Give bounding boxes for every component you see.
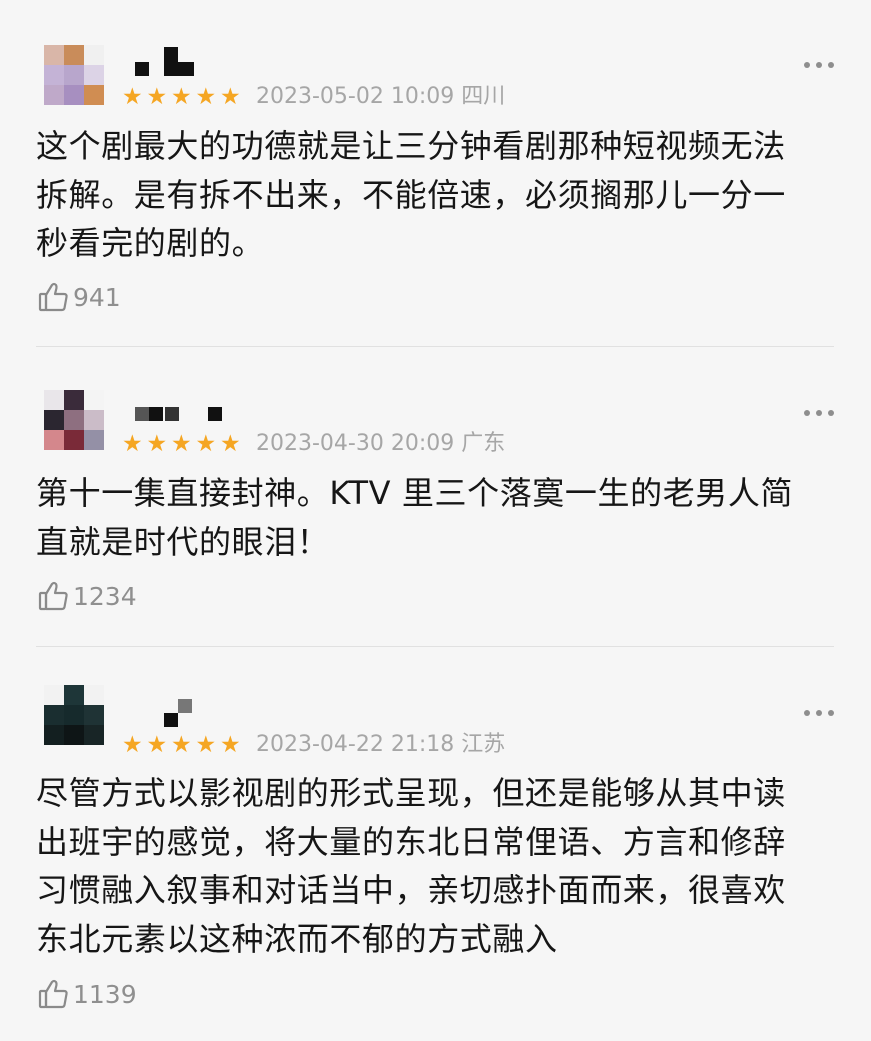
like-button[interactable]: 941 [37,280,121,314]
comment-text-line: 第十一集直接封神。KTV 里三个落寞一生的老男人简 [36,474,794,512]
comment-text: 第十一集直接封神。KTV 里三个落寞一生的老男人简 直就是时代的眼泪！ [36,469,836,566]
star-rating: ★ ★ ★ ★ ★ [122,430,245,458]
more-dots-icon[interactable] [800,55,840,75]
star-icon: ★ [122,431,143,457]
star-icon: ★ [195,84,217,110]
comment-text-line: 秒看完的剧的。 [36,224,265,262]
comment-text-line: 拆解。是有拆不出来，不能倍速，必须搁那儿一分一 [36,175,786,214]
more-dots-icon[interactable] [800,703,840,723]
comment-text: 这个剧最大的功德就是让三分钟看剧那种短视频无法 拆解。是有拆不出来，不能倍速，必… [36,122,836,268]
comment-date: 2023-04-22 21:18 江苏 [256,732,506,757]
username[interactable] [132,45,202,77]
star-icon: ★ [220,84,241,110]
avatar[interactable] [44,390,104,450]
comment-text-line: 习惯融入叙事和对话当中，亲切感扑面而来，很喜欢 [36,871,786,909]
comment-text-line: 尽管方式以影视剧的形式呈现，但还是能够从其中读 [36,774,786,812]
avatar[interactable] [44,45,104,105]
comment-card: ★ ★ ★ ★ ★ 2023-04-22 21:18 江苏 尽管方式以影视剧的形式呈现，… [0,647,871,1041]
star-icon: ★ [171,84,192,110]
like-count: 1234 [73,581,137,611]
star-icon: ★ [220,431,241,457]
star-icon: ★ [171,431,192,457]
star-icon: ★ [171,732,192,758]
username[interactable] [132,390,232,422]
star-icon: ★ [146,732,168,758]
like-button[interactable]: 1234 [37,579,137,613]
more-dots-icon[interactable] [800,403,840,423]
comment-card: ★ ★ ★ ★ ★ 2023-04-30 20:09 广东 第十一集直接封神。KTV 里… [0,347,871,645]
star-icon: ★ [146,431,168,457]
star-icon: ★ [146,84,168,110]
star-rating: ★ ★ ★ ★ ★ [122,731,245,759]
comment-text-line: 这个剧最大的功德就是让三分钟看剧那种短视频无法 [36,127,786,165]
avatar[interactable] [44,685,104,745]
like-button[interactable]: 1139 [37,977,137,1011]
comment-date: 2023-04-30 20:09 广东 [256,431,506,456]
star-icon: ★ [195,732,217,758]
comment-card: ★ ★ ★ ★ ★ 2023-05-02 10:09 四川 这个剧最大的功德就是让三分钟… [0,0,871,345]
comment-date: 2023-05-02 10:09 四川 [256,84,506,109]
thumbs-up-icon [38,282,68,312]
thumbs-up-icon [38,979,68,1009]
thumbs-up-icon [38,581,68,611]
username[interactable] [132,697,202,729]
star-icon: ★ [220,732,241,758]
comment-text-line: 直就是时代的眼泪！ [36,522,330,561]
star-icon: ★ [122,732,143,758]
comment-text: 尽管方式以影视剧的形式呈现，但还是能够从其中读 出班宇的感觉，将大量的东北日常俚… [36,769,836,963]
like-count: 1139 [73,979,137,1009]
star-icon: ★ [122,84,143,110]
star-icon: ★ [195,431,217,457]
comment-text-line: 出班宇的感觉，将大量的东北日常俚语、方言和修辞 [36,822,786,861]
star-rating: ★ ★ ★ ★ ★ [122,83,245,111]
comment-text-line: 东北元素以这种浓而不郁的方式融入 [36,919,558,958]
like-count: 941 [73,282,121,312]
